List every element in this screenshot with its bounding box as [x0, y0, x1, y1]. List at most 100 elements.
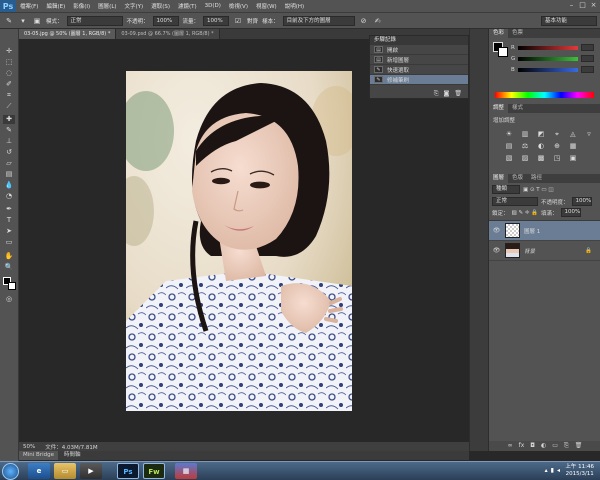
background-swatch[interactable]	[498, 47, 508, 57]
minimize-icon[interactable]: –	[567, 1, 576, 9]
tab-timeline[interactable]: 時間軸	[60, 451, 85, 460]
menu-window[interactable]: 視窗(W)	[252, 2, 281, 10]
vibrance-icon[interactable]: ◬	[567, 130, 579, 139]
zoom-level[interactable]: 50%	[23, 444, 35, 450]
new-layer-icon[interactable]: ⎘	[564, 441, 569, 451]
hue-sat-icon[interactable]: ▤	[503, 142, 515, 151]
photo-filter-icon[interactable]: ⊕	[551, 142, 563, 151]
history-row[interactable]: ✎ 快速選取	[370, 65, 468, 75]
stamp-tool-icon[interactable]: ⊥	[3, 137, 15, 146]
start-button[interactable]	[2, 463, 19, 480]
levels-icon[interactable]: ▥	[519, 130, 531, 139]
history-panel-title[interactable]: 步驟記錄	[370, 36, 468, 45]
color-balance-icon[interactable]: ⚖	[519, 142, 531, 151]
eye-icon[interactable]: 👁	[492, 247, 501, 254]
maximize-icon[interactable]: □	[578, 1, 587, 9]
tab-document-2[interactable]: 03-09.psd @ 66.7% (圖層 1, RGB/8) *	[116, 29, 220, 39]
taskbar-app-fw[interactable]: Fw	[143, 463, 165, 479]
eye-icon[interactable]: 👁	[492, 227, 501, 234]
folder-icon[interactable]: ▭	[552, 441, 558, 451]
menu-view[interactable]: 檢視(V)	[225, 2, 252, 10]
layer-row[interactable]: 👁 背景 🔒	[489, 241, 600, 261]
close-icon[interactable]: ×	[589, 1, 598, 9]
quick-select-tool-icon[interactable]: ✐	[3, 80, 15, 89]
lock-icons[interactable]: ▨ ✎ ✛ 🔒	[512, 210, 539, 216]
type-tool-icon[interactable]: T	[3, 216, 15, 225]
threshold-icon[interactable]: ▩	[535, 154, 547, 163]
layer-name[interactable]: 圖層 1	[524, 227, 540, 235]
menu-type[interactable]: 文字(Y)	[121, 2, 148, 10]
checkbox-icon[interactable]: ☑	[233, 16, 243, 26]
volume-icon[interactable]: ◂	[557, 467, 560, 474]
menu-edit[interactable]: 編輯(E)	[42, 2, 69, 10]
brightness-icon[interactable]: ☀	[503, 130, 515, 139]
mode-select[interactable]: 正常	[66, 15, 123, 26]
blur-tool-icon[interactable]: 💧	[3, 181, 15, 190]
lasso-tool-icon[interactable]: ◌	[3, 69, 15, 78]
flow-input[interactable]: 100%	[203, 15, 230, 26]
filter-icons[interactable]: ▣ ⊙ T ▭ ◫	[523, 187, 554, 193]
menu-help[interactable]: 說明(H)	[281, 2, 308, 10]
color-spectrum[interactable]	[495, 92, 594, 98]
move-tool-icon[interactable]: ✛	[3, 47, 15, 56]
mask-icon[interactable]: ◘	[530, 441, 535, 451]
explorer-icon[interactable]: ▭	[54, 463, 76, 479]
brush-panel-icon[interactable]: ▣	[32, 16, 42, 26]
curves-icon[interactable]: ◩	[535, 130, 547, 139]
new-document-icon[interactable]: ⎘	[434, 90, 439, 98]
history-row-selected[interactable]: ✎ 修補筆刷	[370, 75, 468, 85]
layer-kind-select[interactable]: 種類	[492, 185, 520, 194]
background-color-swatch[interactable]	[8, 282, 16, 290]
link-icon[interactable]: ∞	[508, 441, 513, 451]
zoom-tool-icon[interactable]: 🔍	[3, 263, 15, 272]
tab-mini-bridge[interactable]: Mini Bridge	[19, 451, 58, 460]
flag-app-icon[interactable]: ▦	[175, 463, 197, 479]
dodge-tool-icon[interactable]: ◔	[3, 192, 15, 201]
tab-channels[interactable]: 色版	[508, 174, 527, 183]
brush-preset-icon[interactable]: ▾	[18, 16, 28, 26]
tab-styles[interactable]: 樣式	[508, 104, 527, 113]
shape-tool-icon[interactable]: ▭	[3, 238, 15, 247]
layer-opacity-input[interactable]: 100%	[571, 197, 592, 206]
quick-mask-icon[interactable]: ◎	[3, 295, 15, 304]
menu-image[interactable]: 影像(I)	[69, 2, 94, 10]
blue-value[interactable]	[580, 66, 594, 73]
tab-layers[interactable]: 圖層	[489, 174, 509, 183]
menu-select[interactable]: 選取(S)	[147, 2, 174, 10]
healing-brush-icon[interactable]: ✎	[4, 16, 14, 26]
gradient-map-icon[interactable]: ◳	[551, 154, 563, 163]
adjustment-layer-icon[interactable]: ◐	[541, 441, 546, 451]
trash-icon[interactable]: 🗑	[454, 90, 462, 98]
network-icon[interactable]: ▮	[551, 467, 554, 474]
green-slider[interactable]	[518, 56, 579, 61]
tab-swatches[interactable]: 色票	[508, 29, 527, 38]
menu-3d[interactable]: 3D(D)	[201, 3, 225, 9]
clock[interactable]: 上午 11:46 2015/3/11	[565, 464, 594, 478]
workspace-select[interactable]: 基本功能	[541, 16, 597, 26]
green-value[interactable]	[581, 55, 595, 62]
pressure-icon[interactable]: ✍	[373, 16, 383, 26]
menu-layer[interactable]: 圖層(L)	[94, 2, 120, 10]
invert-icon[interactable]: ▧	[503, 154, 515, 163]
selective-color-icon[interactable]: ▣	[567, 154, 579, 163]
healing-tool-icon[interactable]: ✚	[3, 115, 15, 124]
ignore-adjust-icon[interactable]: ⊘	[359, 16, 369, 26]
posterize-icon[interactable]: ▨	[519, 154, 531, 163]
tray-arrow-icon[interactable]: ▴	[545, 467, 548, 474]
marquee-tool-icon[interactable]: ⬚	[3, 58, 15, 67]
history-row[interactable]: ▤ 新增圖層	[370, 55, 468, 65]
brush-tool-icon[interactable]: ✎	[3, 126, 15, 135]
document-image[interactable]	[126, 71, 352, 411]
pen-tool-icon[interactable]: ✒	[3, 205, 15, 214]
history-brush-icon[interactable]: ↺	[3, 148, 15, 157]
media-player-icon[interactable]: ▶	[80, 463, 102, 479]
gradient-tool-icon[interactable]: ▤	[3, 170, 15, 179]
layer-fill-input[interactable]: 100%	[560, 208, 581, 217]
filter-icon[interactable]: ▿	[583, 130, 595, 139]
layer-row[interactable]: 👁 圖層 1	[489, 221, 600, 241]
taskbar-app-ps[interactable]: Ps	[117, 463, 139, 479]
black-white-icon[interactable]: ◐	[535, 142, 547, 151]
hand-tool-icon[interactable]: ✋	[3, 252, 15, 261]
tab-adjustments[interactable]: 調整	[489, 104, 509, 113]
red-slider[interactable]	[517, 45, 578, 50]
